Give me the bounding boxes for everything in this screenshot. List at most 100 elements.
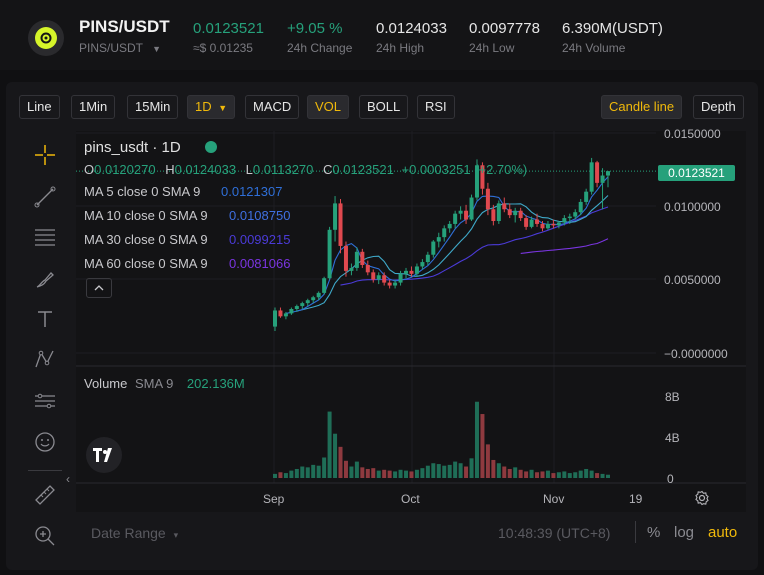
brush-icon[interactable]	[30, 265, 60, 293]
volume-bar	[404, 470, 409, 478]
price-axis-label: −0.0000000	[664, 347, 728, 361]
1d-interval-button[interactable]: 1D ▼	[187, 95, 236, 119]
candle-body	[540, 223, 545, 229]
ma60-line	[520, 238, 609, 254]
crosshair-icon[interactable]	[30, 141, 60, 169]
volume-bar	[464, 466, 469, 478]
volume-bar	[409, 471, 414, 478]
candle-body	[573, 212, 578, 217]
volume-value: 6.390M(USDT)	[562, 20, 663, 37]
candle-body	[431, 241, 436, 255]
boll-button[interactable]: BOLL	[359, 95, 409, 119]
last-price: 0.0123521	[193, 20, 264, 37]
ma30-value: 0.0099215	[229, 232, 291, 247]
candle-body	[513, 210, 518, 216]
caret-down-icon: ▼	[218, 103, 228, 113]
vol-button[interactable]: VOL	[307, 95, 350, 119]
volume-bar	[529, 469, 534, 478]
candle-body	[600, 175, 605, 183]
candle-body	[316, 292, 321, 298]
ma30-label: MA 30 close 0 SMA 9	[84, 232, 208, 247]
candle-body	[322, 278, 327, 293]
candle-body	[595, 162, 600, 183]
volume-bar	[562, 471, 567, 478]
candle-line-button[interactable]: Candle line	[601, 95, 683, 119]
percent-toggle[interactable]: %	[647, 524, 660, 541]
1min-button[interactable]: 1Min	[71, 95, 116, 119]
line-button[interactable]: Line	[19, 95, 60, 119]
candle-body	[338, 203, 343, 246]
candle-body	[382, 275, 387, 283]
collapse-legend-button[interactable]	[86, 278, 112, 298]
volume-bar	[578, 470, 583, 478]
macd-button[interactable]: MACD	[245, 95, 300, 119]
ruler-icon[interactable]	[30, 481, 60, 509]
candle-body	[300, 303, 305, 307]
pair-subtitle: PINS/USDT	[79, 41, 143, 55]
clock-time: 10:48:39 (UTC+8)	[498, 525, 611, 541]
volume-bar	[524, 471, 529, 478]
pair-title: PINS/USDT	[79, 17, 170, 36]
emoji-icon[interactable]	[30, 428, 60, 456]
chevron-down-icon: ▾	[173, 530, 179, 540]
l-value: 0.0113270	[252, 162, 314, 177]
volume-bar	[491, 459, 496, 478]
volume-sma-label: SMA 9	[135, 376, 174, 391]
log-toggle[interactable]: log	[674, 524, 694, 541]
candle-body	[442, 228, 447, 238]
l-label: L	[245, 162, 253, 177]
price-axis-label: 0.0050000	[664, 273, 721, 287]
ohlc-row: O0.0120270 H0.0124033 L0.0113270 C0.0123…	[84, 162, 527, 177]
measure-icon[interactable]	[30, 387, 60, 415]
low-value: 0.0097778	[469, 20, 540, 37]
candle-body	[518, 210, 523, 219]
volume-sma-value: 202.136M	[186, 376, 245, 391]
candle-body	[420, 262, 425, 267]
change-label: 24h Change	[287, 41, 353, 55]
candle-body	[535, 219, 540, 224]
candle-body	[562, 218, 567, 223]
volume-bar	[371, 468, 376, 478]
volume-bar	[447, 464, 452, 478]
volume-bar	[436, 464, 441, 478]
candle-body	[436, 237, 441, 242]
volume-bar	[513, 467, 518, 478]
volume-bar	[322, 457, 327, 478]
pattern-icon[interactable]	[30, 345, 60, 373]
trend-line-icon[interactable]	[30, 183, 60, 211]
ma30-line	[340, 206, 609, 286]
15min-button[interactable]: 15Min	[127, 95, 179, 119]
volume-bar	[387, 470, 392, 478]
candle-body	[469, 197, 474, 220]
volume-bar	[496, 463, 501, 478]
candle-body	[311, 297, 316, 301]
zoom-in-icon[interactable]	[30, 522, 60, 550]
high-label: 24h High	[376, 41, 425, 55]
settings-gear-icon[interactable]	[694, 490, 710, 511]
o-value: 0.0120270	[94, 162, 156, 177]
candle-body	[584, 191, 589, 202]
depth-button[interactable]: Depth	[693, 95, 744, 119]
candle-body	[365, 265, 370, 273]
collapse-toolbar-icon[interactable]: ‹	[66, 472, 70, 486]
h-value: 0.0124033	[174, 162, 237, 177]
volume-bar	[567, 473, 572, 478]
ticker-header: PINS/USDT PINS/USDT ▼ 0.0123521 ≈$ 0.012…	[0, 0, 764, 70]
tradingview-logo-icon[interactable]	[86, 437, 122, 473]
candle-body	[606, 171, 610, 176]
text-tool-icon[interactable]	[30, 305, 60, 333]
candle-body	[273, 310, 277, 327]
date-range-dropdown[interactable]: Date Range ▾	[91, 525, 178, 541]
candle-body	[502, 203, 507, 210]
rsi-button[interactable]: RSI	[417, 95, 455, 119]
volume-bar	[273, 473, 277, 478]
h-label: H	[165, 162, 175, 177]
candle-body	[447, 223, 452, 229]
volume-bar	[518, 469, 523, 478]
pair-selector[interactable]: PINS/USDT ▼	[79, 41, 161, 55]
candle-body	[343, 245, 348, 271]
candle-body	[305, 300, 310, 304]
fib-lines-icon[interactable]	[30, 223, 60, 251]
auto-toggle[interactable]: auto	[708, 524, 737, 541]
volume-bar	[469, 458, 474, 478]
